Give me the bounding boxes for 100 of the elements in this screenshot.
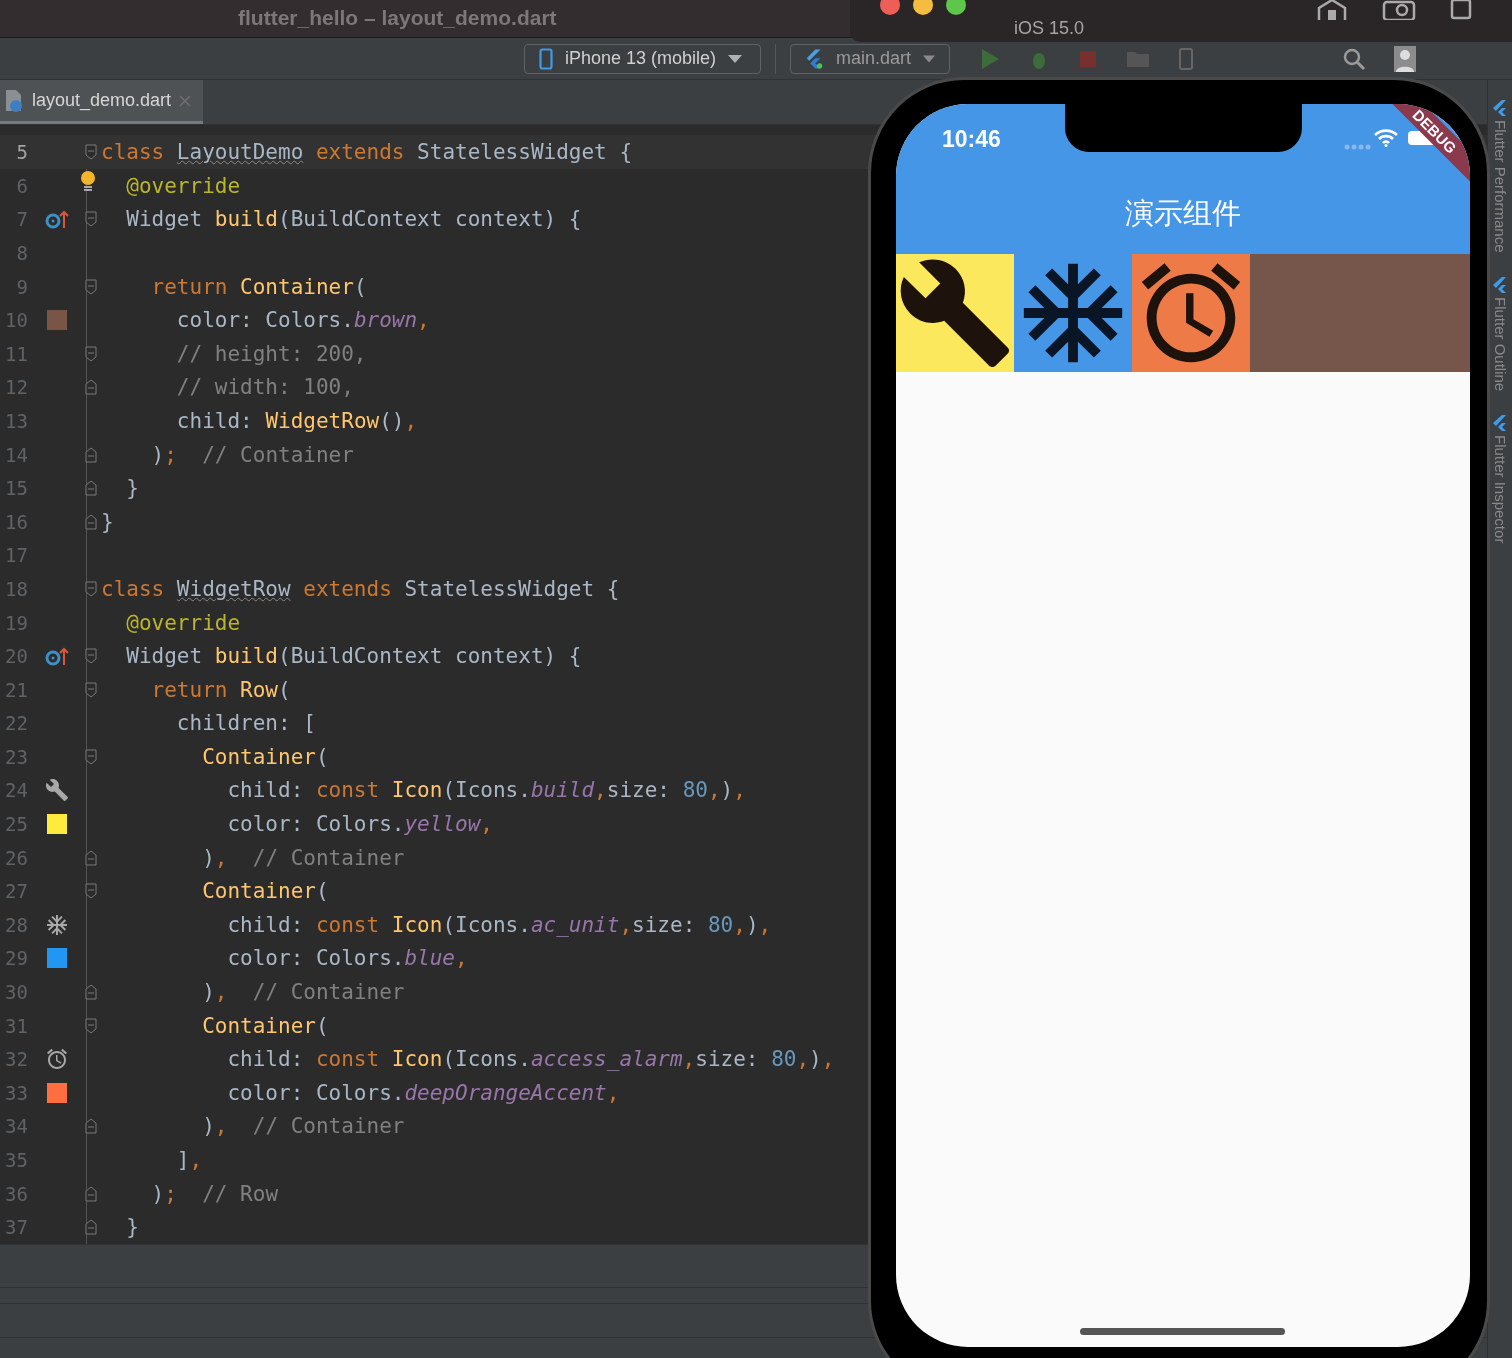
- tool-window-tab[interactable]: Flutter Performance: [1491, 100, 1509, 253]
- fold-marker-icon[interactable]: [85, 446, 97, 463]
- window-title: flutter_hello – layout_demo.dart: [238, 6, 557, 31]
- file-tab[interactable]: layout_demo.dart: [0, 80, 204, 125]
- fold-marker-icon[interactable]: [85, 883, 97, 900]
- screenshot-icon[interactable]: [1382, 0, 1416, 20]
- fold-marker-icon[interactable]: [85, 1185, 97, 1202]
- minimize-button[interactable]: [913, 0, 933, 15]
- fold-marker-icon[interactable]: [85, 513, 97, 530]
- status-time: 10:46: [942, 126, 1001, 153]
- fold-marker-icon[interactable]: [85, 984, 97, 1001]
- run-icon[interactable]: [980, 47, 1000, 70]
- device-icon[interactable]: [1178, 47, 1194, 70]
- line-number: 35: [4, 1149, 28, 1171]
- line-number: 13: [4, 409, 28, 432]
- line-number: 27: [4, 880, 28, 903]
- code-line: @override: [125, 610, 241, 635]
- file-icon: [4, 88, 24, 113]
- code-line: // height: 200,: [175, 341, 367, 366]
- code-line: }: [125, 476, 139, 501]
- code-line: @override: [125, 173, 241, 198]
- line-number: 28: [4, 913, 28, 936]
- code-line: return Row(: [150, 677, 291, 702]
- fold-marker-icon[interactable]: [85, 144, 97, 161]
- caret-icon: [728, 54, 743, 63]
- code-line: color: Colors.deepOrangeAccent,: [226, 1080, 620, 1105]
- home-icon[interactable]: [1316, 0, 1348, 20]
- zoom-button[interactable]: [946, 0, 966, 15]
- override-marker-icon[interactable]: [45, 646, 69, 667]
- signal-icon: [1344, 144, 1372, 150]
- fold-marker-icon[interactable]: [85, 681, 97, 698]
- line-number: 33: [4, 1081, 28, 1104]
- code-line: ],: [175, 1148, 203, 1172]
- fold-marker-icon[interactable]: [85, 1219, 97, 1236]
- fold-marker-icon[interactable]: [85, 849, 97, 866]
- line-number: 37: [4, 1216, 28, 1239]
- code-line: Widget build(BuildContext context) {: [125, 207, 582, 232]
- code-line: ), // Container: [201, 845, 405, 870]
- tool-window-tab[interactable]: Flutter Outline: [1491, 276, 1509, 392]
- line-number: 19: [4, 611, 28, 634]
- search-icon[interactable]: [1342, 46, 1366, 71]
- code-line: }: [125, 1215, 139, 1240]
- line-number: 24: [4, 779, 28, 802]
- line-number: 10: [4, 309, 28, 332]
- code-line: ); // Container: [150, 442, 354, 467]
- simulator-subtitle: iOS 15.0: [1014, 17, 1085, 39]
- line-number: 17: [4, 544, 28, 567]
- fold-marker-icon[interactable]: [85, 580, 97, 597]
- fold-marker-icon[interactable]: [85, 480, 97, 497]
- code-line: color: Colors.brown,: [175, 308, 430, 333]
- fold-marker-icon[interactable]: [85, 345, 97, 362]
- alarm-clock-icon: [45, 1047, 69, 1072]
- code-line: ), // Container: [201, 980, 405, 1005]
- run-config-selector[interactable]: main.dart: [790, 43, 950, 74]
- wrench-icon: [45, 778, 69, 803]
- flutter-logo-icon: [1493, 100, 1507, 117]
- line-number: 15: [4, 477, 28, 500]
- rotate-icon[interactable]: [1450, 0, 1472, 20]
- code-line: child: WidgetRow(),: [175, 408, 418, 433]
- device-selector[interactable]: iPhone 13 (mobile): [524, 43, 761, 74]
- line-number: 7: [15, 208, 28, 231]
- code-line: Container(: [201, 1013, 329, 1038]
- code-line: return Container(: [150, 274, 367, 299]
- code-line: color: Colors.yellow,: [226, 812, 493, 837]
- line-number: 26: [4, 846, 28, 869]
- code-line: child: const Icon(Icons.build,size: 80,),: [226, 778, 746, 803]
- fold-marker-icon[interactable]: [85, 1017, 97, 1034]
- line-number: 5: [15, 141, 28, 164]
- line-number: 36: [4, 1182, 28, 1205]
- line-number: 8: [15, 242, 28, 264]
- line-number: 11: [4, 342, 28, 365]
- close-button[interactable]: [880, 0, 900, 15]
- line-number: 20: [4, 645, 28, 668]
- fold-marker-icon[interactable]: [85, 648, 97, 665]
- code-line: Widget build(BuildContext context) {: [125, 644, 582, 669]
- line-number: 31: [4, 1014, 28, 1037]
- lightbulb-icon[interactable]: [80, 171, 96, 193]
- tool-window-tab[interactable]: Flutter Inspector: [1491, 415, 1509, 544]
- code-line: child: const Icon(Icons.access_alarm,size: 80,),: [226, 1047, 835, 1072]
- line-number: 14: [4, 443, 28, 466]
- code-line: class LayoutDemo extends StatelessWidget {: [101, 140, 633, 165]
- code-line: ); // Row: [150, 1181, 279, 1206]
- fold-marker-icon[interactable]: [85, 748, 97, 765]
- fold-marker-icon[interactable]: [85, 379, 97, 396]
- fold-marker-icon[interactable]: [85, 211, 97, 228]
- line-number: 22: [4, 712, 28, 735]
- user-avatar-icon[interactable]: [1394, 45, 1416, 72]
- close-icon[interactable]: [179, 94, 192, 107]
- code-line: ), // Container: [201, 1114, 405, 1139]
- code-line: child: const Icon(Icons.ac_unit,size: 80,),: [226, 912, 772, 937]
- fold-marker-icon[interactable]: [85, 278, 97, 295]
- fold-marker-icon[interactable]: [85, 1118, 97, 1135]
- line-number: 9: [15, 275, 28, 298]
- line-number: 32: [4, 1048, 28, 1071]
- override-marker-icon[interactable]: [45, 209, 69, 230]
- code-line: children: [: [175, 711, 316, 736]
- line-number: 30: [4, 981, 28, 1004]
- code-line: }: [101, 509, 114, 534]
- code-line: // width: 100,: [175, 375, 354, 400]
- line-number: 23: [4, 745, 28, 768]
